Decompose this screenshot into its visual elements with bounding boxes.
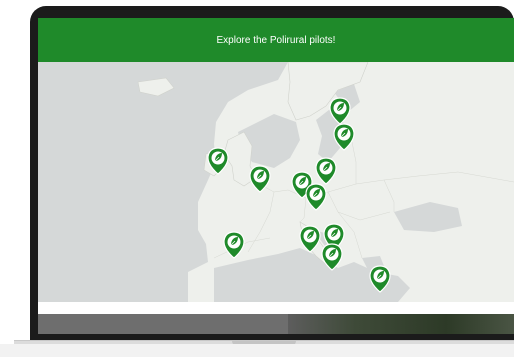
pilots-map[interactable] (38, 61, 514, 302)
landscape-photo (38, 314, 514, 334)
pilot-pin-italy[interactable] (299, 225, 321, 253)
pilot-pin-uk[interactable] (249, 165, 271, 193)
pilot-pin-israel[interactable] (369, 265, 391, 293)
page-banner: Explore the Polirural pilots! (38, 18, 514, 62)
map-footer-strip (38, 302, 514, 314)
pilot-pin-sweden[interactable] (329, 97, 351, 125)
pilot-pin-latvia[interactable] (333, 123, 355, 151)
pilot-pin-ireland[interactable] (207, 147, 229, 175)
trees-image (288, 314, 514, 334)
pilot-pin-slovakia[interactable] (305, 183, 327, 211)
pilot-pin-poland-north[interactable] (315, 157, 337, 185)
pilot-pin-greece-central[interactable] (321, 243, 343, 271)
laptop-frame: Explore the Polirural pilots! (14, 6, 514, 351)
pins-layer (207, 97, 391, 293)
laptop-screen: Explore the Polirural pilots! (38, 18, 514, 334)
banner-title: Explore the Polirural pilots! (216, 34, 336, 46)
laptop-shadow (0, 344, 514, 357)
pilot-pin-spain[interactable] (223, 231, 245, 259)
